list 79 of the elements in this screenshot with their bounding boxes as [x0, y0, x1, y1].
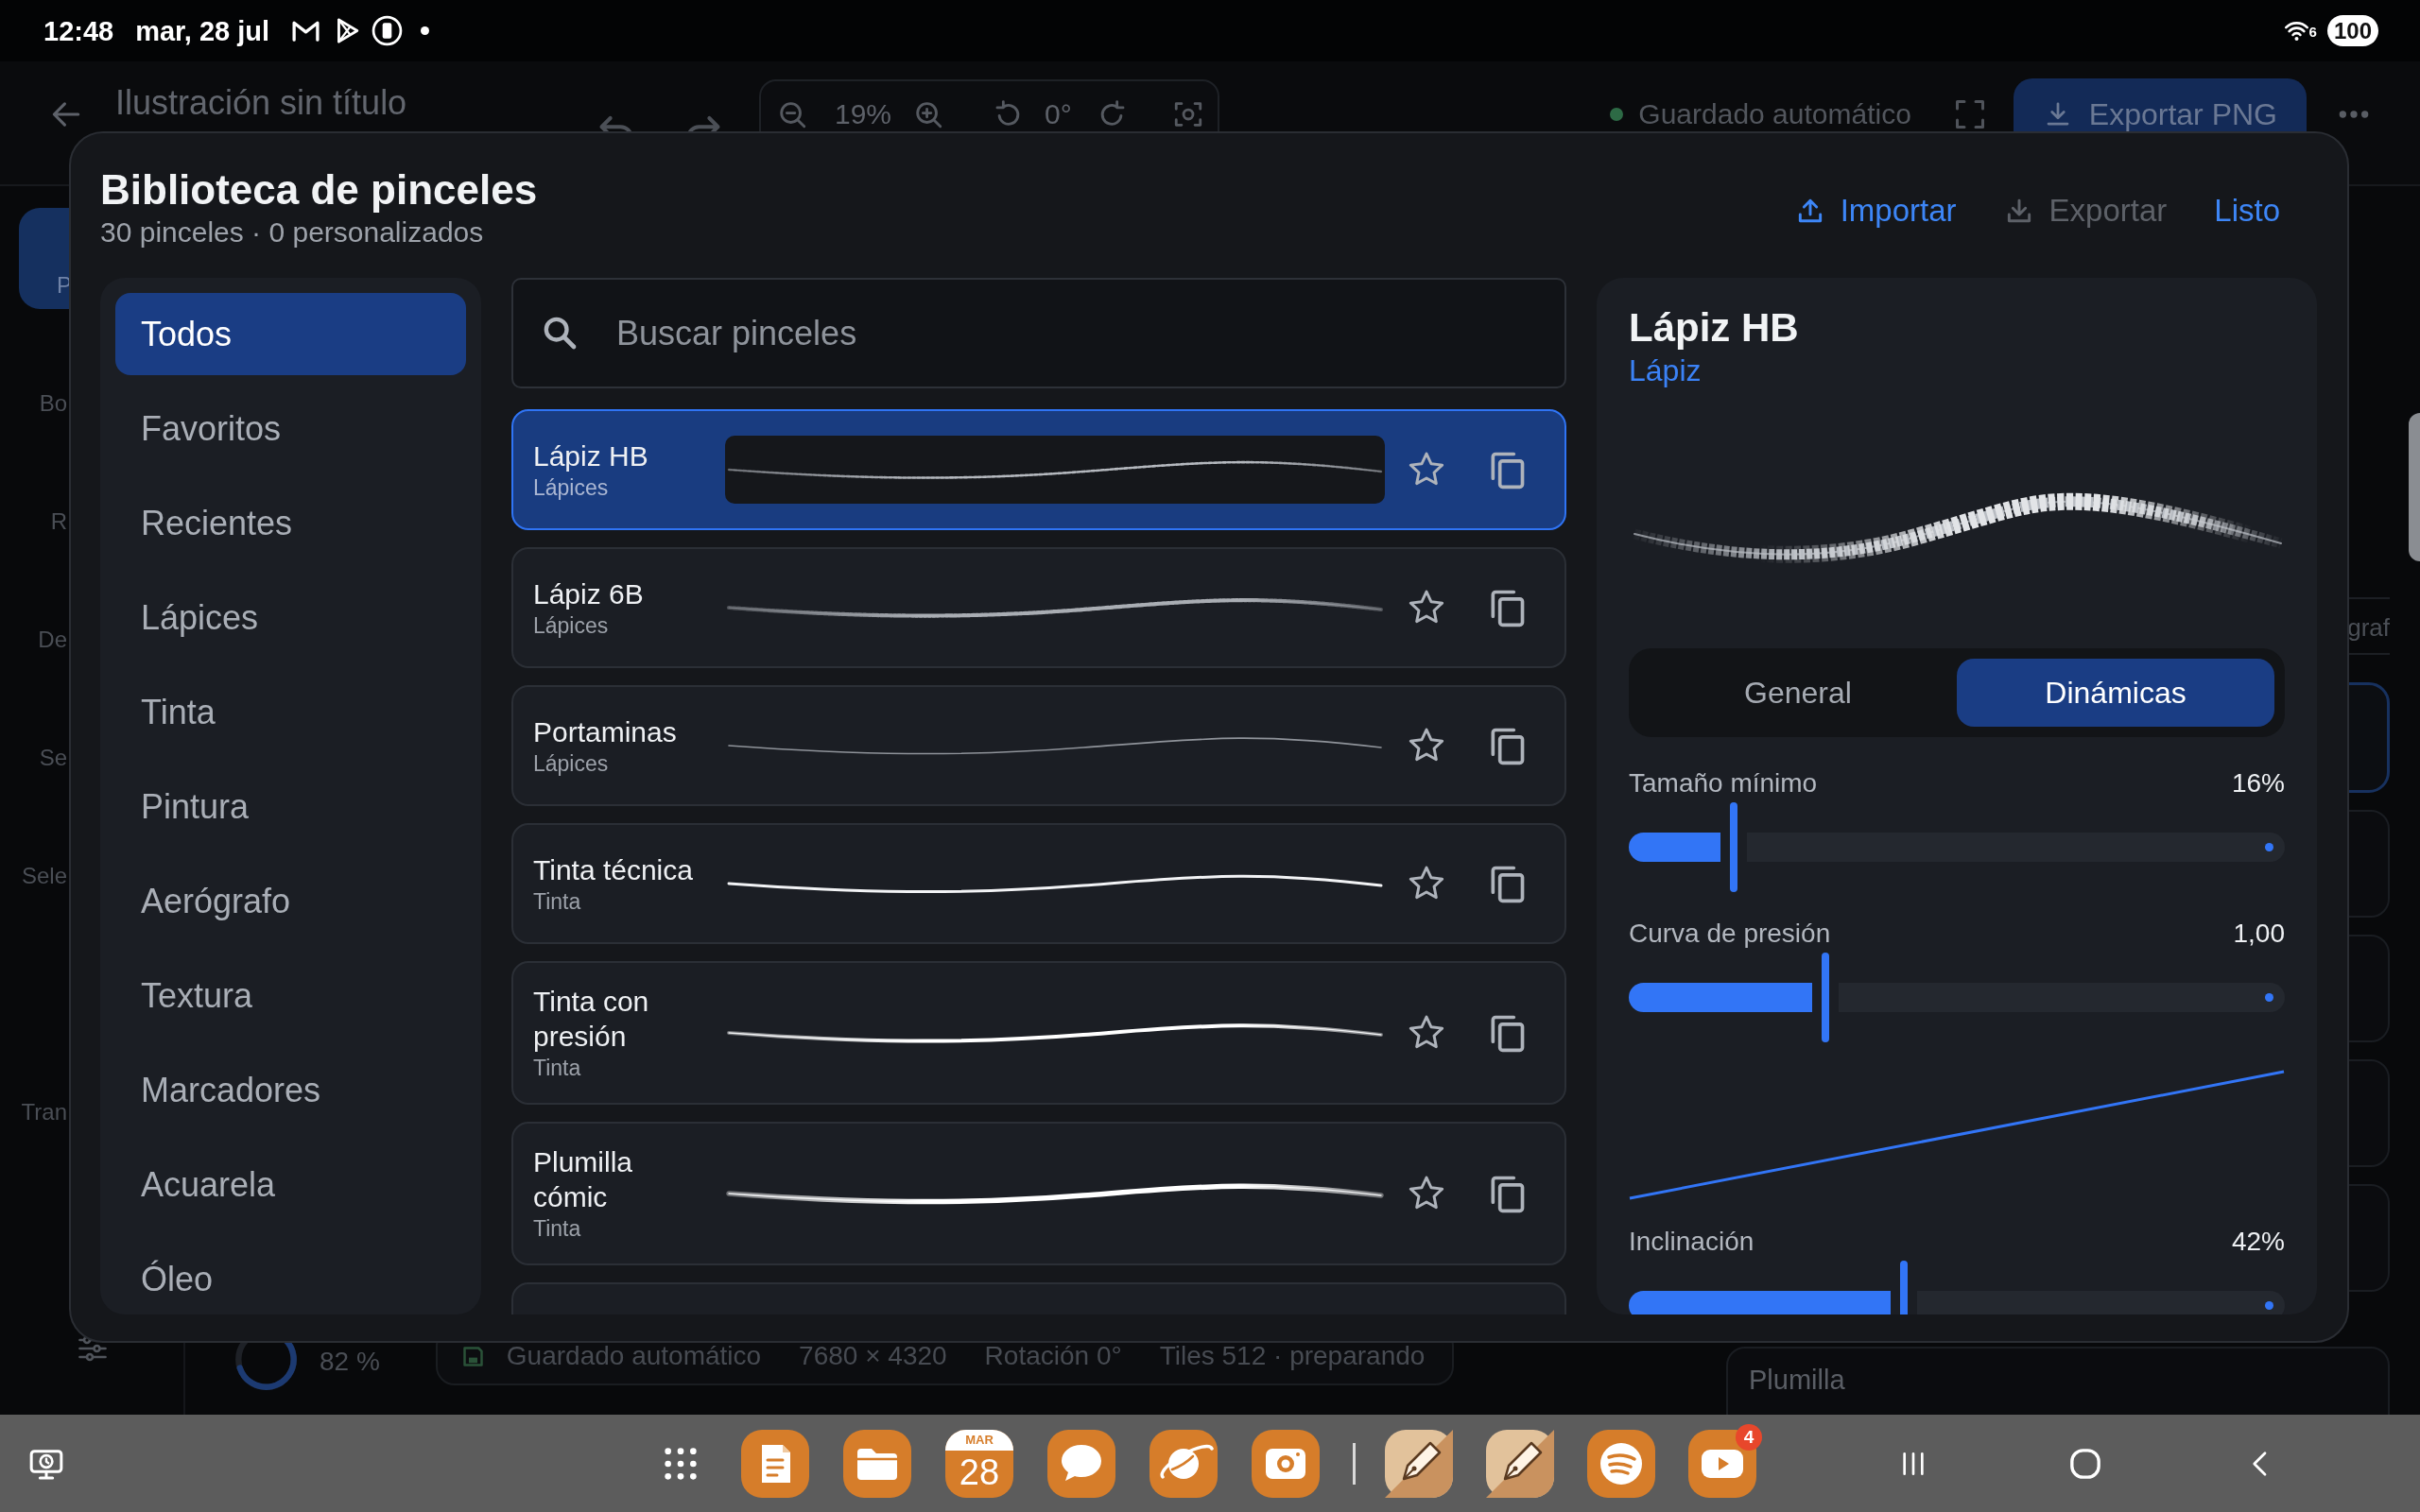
pen-nib-app-icon[interactable] [1486, 1429, 1554, 1498]
category-item[interactable]: Aerógrafo [115, 860, 466, 942]
wifi-standard-label: 6 [2308, 25, 2317, 39]
canvas-zoom-label: 82 % [320, 1348, 380, 1376]
category-item[interactable]: Óleo [115, 1238, 466, 1314]
slider-handle[interactable] [1730, 802, 1738, 892]
document-title: Ilustración sin título [115, 83, 407, 122]
status-date: mar, 28 jul [135, 14, 270, 47]
track-end-dot-icon [2265, 1301, 2273, 1310]
brush-name: Tinta con presión [533, 985, 650, 1054]
category-item[interactable]: Recientes [115, 482, 466, 564]
category-item[interactable]: Todos [115, 293, 466, 375]
autosave-label: Guardado automático [1638, 98, 1911, 130]
brush-name: Tinta técnica [533, 852, 694, 887]
dialog-subtitle: 30 pinceles · 0 personalizados [100, 215, 485, 249]
slider-track[interactable] [1629, 802, 2285, 892]
brush-card[interactable]: Tinta técnica Tinta [511, 823, 1566, 944]
category-item[interactable]: Acuarela [115, 1143, 466, 1226]
play-app-icon[interactable] [1688, 1429, 1756, 1498]
rotation-value: 0° [1045, 98, 1072, 130]
category-item[interactable]: Marcadores [115, 1049, 466, 1131]
tab[interactable]: General [1639, 659, 1957, 727]
brush-name: Lápiz 6B [533, 576, 645, 611]
speech-bubble-app-icon[interactable] [1047, 1429, 1115, 1498]
brush-card[interactable]: Plumilla cómic Tinta [511, 1122, 1566, 1265]
planet-app-icon[interactable] [1150, 1429, 1218, 1498]
brush-category: Tinta [533, 887, 582, 916]
track-end-dot-icon [2265, 993, 2273, 1002]
action-button[interactable]: Importar [1781, 186, 1970, 235]
slider-value: 16% [2231, 767, 2285, 799]
status-dot-icon [1610, 108, 1624, 121]
pen-nib-app-icon[interactable] [1385, 1429, 1453, 1498]
notes-app-icon[interactable] [741, 1429, 809, 1498]
zoom-value: 19% [835, 98, 892, 130]
status-text: 7680 × 4320 [799, 1341, 947, 1371]
brush-category: Tinta [533, 1055, 582, 1082]
brush-name: Lápiz HB [533, 438, 649, 473]
slider-label: Tamaño mínimo [1629, 767, 1818, 799]
status-text: Guardado automático [506, 1341, 762, 1371]
slider-label: Inclinación [1629, 1226, 1754, 1258]
category-item[interactable]: Tinta [115, 671, 466, 753]
brush-category: Lápices [533, 749, 610, 778]
brush-name: Portaminas [533, 714, 678, 749]
category-item[interactable]: Pintura [115, 765, 466, 848]
scrollbar-thumb[interactable] [2409, 413, 2420, 561]
status-time: 12:48 [43, 14, 114, 47]
battery-level: 100 [2326, 15, 2378, 46]
sound-waves-app-icon[interactable] [1587, 1429, 1655, 1498]
status-text: Tiles 512 · preparando [1159, 1341, 1426, 1371]
track-end-dot-icon [2265, 843, 2273, 851]
search-field[interactable]: Buscar pinceles [511, 278, 1566, 388]
brush-category: Lápices [533, 611, 610, 640]
brush-card[interactable]: Tinta con presión Tinta [511, 961, 1566, 1105]
status-text: Rotación 0° [984, 1341, 1122, 1371]
category-item[interactable]: Lápices [115, 576, 466, 659]
tab[interactable]: Dinámicas [1957, 659, 2274, 727]
notification-badge: 4 [1736, 1423, 1762, 1451]
category-item[interactable]: Favoritos [115, 387, 466, 470]
card-title: Plumilla [1749, 1365, 1845, 1395]
circled-battery-icon [372, 15, 404, 46]
slider-handle[interactable] [1822, 953, 1830, 1042]
folder-app-icon[interactable] [843, 1429, 911, 1498]
slider-value: 42% [2231, 1226, 2285, 1258]
action-button[interactable]: Listo [2201, 186, 2293, 235]
brush-name: Plumilla cómic [533, 1145, 634, 1214]
brush-card[interactable]: Lápiz 6B Lápices [511, 547, 1566, 668]
category-item[interactable]: Textura [115, 954, 466, 1037]
brush-card[interactable]: Portaminas Lápices [511, 685, 1566, 806]
camera-app-icon[interactable] [1252, 1429, 1320, 1498]
slider-track[interactable] [1629, 953, 2285, 1042]
slider-value: 1,00 [2233, 918, 2285, 950]
brush-type: Lápiz [1629, 352, 1703, 389]
brush-title: Lápiz HB [1629, 304, 1800, 352]
brush-category: Tinta [533, 1215, 582, 1243]
brush-category: Lápices [533, 473, 610, 502]
dialog-title: Biblioteca de pinceles [100, 165, 538, 215]
brush-card[interactable]: Lápiz HB Lápices [511, 409, 1566, 530]
dot-icon [421, 26, 430, 35]
slider-label: Curva de presión [1629, 918, 1831, 950]
